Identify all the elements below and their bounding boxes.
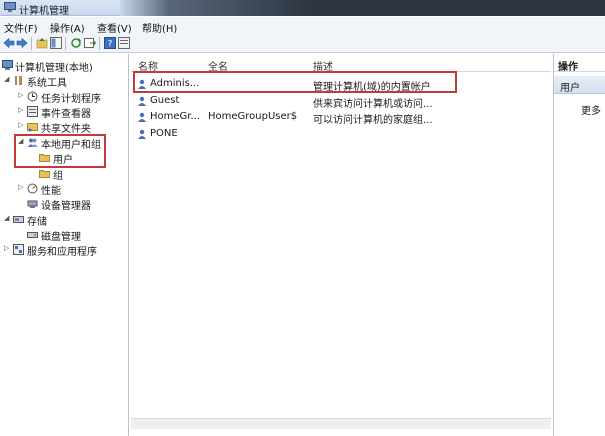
device-manager-icon xyxy=(27,200,38,208)
list-row-pone[interactable]: PONE xyxy=(131,127,551,142)
tree-item-label: 存储 xyxy=(27,217,47,228)
console-tree: 计算机管理(本地) ◢ 系统工具 ▷ 任务计划程序 ▷ 事件查看器 ▷ 共享文件… xyxy=(0,54,129,436)
forward-icon[interactable] xyxy=(16,37,28,49)
computer-management-icon xyxy=(2,60,13,70)
folder-icon xyxy=(39,170,50,178)
collapse-arrow-icon[interactable]: ◢ xyxy=(18,137,26,145)
expand-arrow-icon[interactable]: ▷ xyxy=(18,106,26,114)
menu-action[interactable]: 操作(A) xyxy=(50,20,85,35)
tree-item-label: 用户 xyxy=(53,155,73,166)
expand-arrow-icon[interactable]: ▷ xyxy=(18,121,26,129)
user-list-view: 名称 全名 描述 Adminis... 管理计算机(域)的内置帐户 Guest … xyxy=(131,54,551,418)
more-actions-link[interactable]: 更多 xyxy=(581,102,601,117)
horizontal-scrollbar[interactable] xyxy=(131,418,551,429)
actions-title: 操作 xyxy=(558,62,578,73)
tree-item-label: 共享文件夹 xyxy=(41,124,91,135)
list-row-administrator[interactable]: Adminis... 管理计算机(域)的内置帐户 xyxy=(131,77,551,93)
tree-item-label: 性能 xyxy=(41,186,61,197)
list-header: 名称 全名 描述 xyxy=(131,57,551,73)
menu-file[interactable]: 文件(F) xyxy=(4,20,38,35)
cell-description: 可以访问计算机的家庭组... xyxy=(313,115,433,126)
tree-item-label: 任务计划程序 xyxy=(41,94,101,105)
toolbar-separator xyxy=(65,37,66,50)
menu-bar: 文件(F) 操作(A) 查看(V) 帮助(H) xyxy=(0,17,605,35)
help-icon[interactable]: ? xyxy=(104,37,116,49)
actions-pane: 操作 用户 更多 xyxy=(553,54,605,436)
back-icon[interactable] xyxy=(3,37,15,49)
title-bar: 计算机管理 xyxy=(0,0,605,17)
svg-text:?: ? xyxy=(108,40,113,50)
title-bar-background xyxy=(120,0,605,16)
clock-icon xyxy=(27,91,38,102)
tree-item-label: 组 xyxy=(53,171,63,182)
actions-group-label: 用户 xyxy=(560,83,580,94)
menu-help[interactable]: 帮助(H) xyxy=(142,20,177,35)
cell-name: PONE xyxy=(150,128,178,139)
tree-item-label: 设备管理器 xyxy=(41,201,91,212)
services-icon xyxy=(13,244,24,255)
user-icon xyxy=(138,112,146,122)
computer-management-window: 计算机管理 文件(F) 操作(A) 查看(V) 帮助(H) ? 计算机管理(本地… xyxy=(0,0,605,436)
tree-item-label: 本地用户和组 xyxy=(41,140,101,151)
toolbar: ? xyxy=(0,34,605,53)
tree-item-label: 服务和应用程序 xyxy=(27,247,97,258)
actions-group-users[interactable]: 用户 xyxy=(554,76,605,94)
event-viewer-icon xyxy=(27,106,38,117)
tree-item-label: 事件查看器 xyxy=(41,109,91,120)
collapse-arrow-icon[interactable]: ◢ xyxy=(4,214,12,222)
tools-icon xyxy=(15,76,22,85)
cell-full-name: HomeGroupUser$ xyxy=(208,111,298,122)
list-row-guest[interactable]: Guest 供来宾访问计算机或访问... xyxy=(131,94,551,110)
cell-name: HomeGr... xyxy=(150,111,201,122)
collapse-arrow-icon[interactable]: ◢ xyxy=(4,75,12,83)
up-folder-icon[interactable] xyxy=(36,37,48,49)
tree-item-label: 计算机管理(本地) xyxy=(15,63,93,74)
expand-arrow-icon[interactable]: ▷ xyxy=(4,244,12,252)
expand-arrow-icon[interactable]: ▷ xyxy=(18,91,26,99)
menu-view[interactable]: 查看(V) xyxy=(97,20,132,35)
column-header-full-name[interactable]: 全名 xyxy=(208,58,228,73)
cell-name: Adminis... xyxy=(150,78,200,89)
tree-item-label: 磁盘管理 xyxy=(41,232,81,243)
shared-folder-icon xyxy=(27,123,38,132)
cell-description: 管理计算机(域)的内置帐户 xyxy=(313,82,431,93)
user-icon xyxy=(138,129,146,139)
users-group-icon xyxy=(28,138,38,147)
actions-header: 操作 xyxy=(554,57,605,73)
column-header-description[interactable]: 描述 xyxy=(313,58,333,73)
column-header-name[interactable]: 名称 xyxy=(138,58,158,73)
user-icon xyxy=(138,96,146,106)
show-hide-tree-icon[interactable] xyxy=(50,37,62,49)
performance-icon xyxy=(27,183,38,194)
computer-management-icon xyxy=(4,2,16,12)
tree-item-label: 系统工具 xyxy=(27,78,67,89)
storage-icon xyxy=(13,216,24,223)
disk-icon xyxy=(27,232,38,238)
toolbar-separator xyxy=(99,37,100,50)
window-title: 计算机管理 xyxy=(19,6,69,17)
refresh-icon[interactable] xyxy=(70,37,82,49)
properties-icon[interactable] xyxy=(118,37,130,49)
cell-description: 供来宾访问计算机或访问... xyxy=(313,99,433,110)
folder-icon xyxy=(39,154,50,162)
toolbar-separator xyxy=(31,37,32,50)
user-icon xyxy=(138,79,146,89)
expand-arrow-icon[interactable]: ▷ xyxy=(18,183,26,191)
export-list-icon[interactable] xyxy=(84,37,96,49)
list-row-homegroup-user[interactable]: HomeGr... HomeGroupUser$ 可以访问计算机的家庭组... xyxy=(131,110,551,126)
cell-name: Guest xyxy=(150,95,180,106)
